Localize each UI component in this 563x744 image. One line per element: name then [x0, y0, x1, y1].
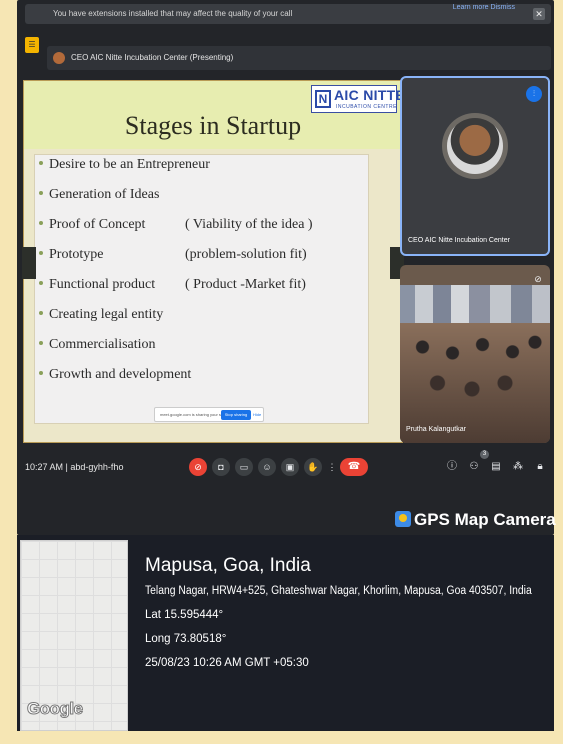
meeting-controls: 10:27 AM | abd-gyhh-fho ⊘ ◘ ▭ ☺ ▣ ✋ ⋮ ☎ …: [17, 448, 554, 492]
avatar: [447, 118, 503, 174]
people-icon[interactable]: ⚇: [467, 460, 481, 474]
slide-title: Stages in Startup: [124, 111, 302, 140]
bullet-item: Creating legal entity: [35, 307, 163, 329]
bullet-dot-icon: [39, 371, 43, 376]
note-product-market: ( Product -Market fit): [185, 277, 306, 292]
meeting-info: 10:27 AM | abd-gyhh-fho: [25, 462, 124, 472]
bullet-dot-icon: [39, 281, 43, 286]
bullet-item: Generation of Ideas: [35, 187, 159, 209]
map-thumbnail: Google: [20, 540, 128, 731]
slide-left-strip: [22, 247, 36, 279]
gps-address: Telang Nagar, HRW4+525, Ghateshwar Nagar…: [145, 585, 532, 597]
presenting-bar: CEO AIC Nitte Incubation Center (Present…: [47, 46, 551, 70]
shared-slide: N AIC NITTE INCUBATION CENTRE Stages in …: [22, 80, 405, 443]
close-icon[interactable]: ✕: [533, 8, 545, 20]
participant-name: Prutha Kalangutkar: [406, 426, 466, 433]
more-options-icon[interactable]: ⋮: [323, 458, 341, 476]
gps-brand: GPS Map Camera: [395, 510, 556, 534]
emoji-button-icon[interactable]: ☺: [258, 458, 276, 476]
presenting-label: CEO AIC Nitte Incubation Center (Present…: [71, 53, 234, 62]
extensions-notice: You have extensions installed that may a…: [25, 4, 551, 24]
chat-icon[interactable]: ▤: [489, 460, 503, 474]
speaking-indicator-icon: ⫶: [526, 86, 542, 102]
gps-location: Mapusa, Goa, India: [145, 555, 311, 576]
bullet-item: Proof of Concept: [35, 217, 145, 239]
stop-sharing-button[interactable]: Stop sharing: [221, 410, 251, 420]
room-video-audience: [400, 323, 550, 443]
bullet-dot-icon: [39, 161, 43, 166]
participant-name: CEO AIC Nitte Incubation Center: [408, 237, 510, 244]
gps-brand-label: GPS Map Camera: [414, 510, 556, 529]
gps-longitude: Long 73.80518°: [145, 633, 227, 645]
participant-count-badge: 3: [480, 450, 489, 459]
present-button-icon[interactable]: ▣: [281, 458, 299, 476]
host-controls-icon[interactable]: 🔒︎: [533, 460, 547, 474]
bullet-dot-icon: [39, 191, 43, 196]
leave-call-button-icon[interactable]: ☎: [340, 458, 368, 476]
room-video-background: [400, 285, 550, 325]
info-icon[interactable]: ⓘ: [445, 460, 459, 474]
bullet-item: Desire to be an Entrepreneur: [35, 157, 210, 179]
bullet-item: Prototype: [35, 247, 103, 269]
bullet-dot-icon: [39, 221, 43, 226]
gps-latitude: Lat 15.595444°: [145, 609, 224, 621]
bullet-dot-icon: [39, 251, 43, 256]
captions-button-icon[interactable]: ▭: [235, 458, 253, 476]
participant-tile-ceo[interactable]: ⫶ CEO AIC Nitte Incubation Center: [400, 76, 550, 256]
bullet-dot-icon: [39, 341, 43, 346]
note-viability: ( Viability of the idea ): [185, 217, 313, 232]
note-problem-solution: (problem-solution fit): [185, 247, 307, 262]
google-logo: Google: [27, 699, 84, 719]
aic-nitte-logo: N AIC NITTE INCUBATION CENTRE: [311, 85, 405, 113]
gps-datetime: 25/08/23 10:26 AM GMT +05:30: [145, 657, 309, 669]
bullet-dot-icon: [39, 311, 43, 316]
logo-subtitle: INCUBATION CENTRE: [336, 104, 397, 110]
gps-overlay: Google Mapusa, Goa, India Telang Nagar, …: [17, 535, 554, 731]
gps-camera-icon: [395, 511, 411, 527]
mic-off-icon: ⊘: [534, 274, 542, 284]
raise-hand-button-icon[interactable]: ✋: [304, 458, 322, 476]
meet-window: You have extensions installed that may a…: [17, 0, 554, 535]
hide-button[interactable]: Hide: [253, 410, 263, 420]
presenter-avatar: [53, 52, 65, 64]
app-icon[interactable]: ☰: [25, 37, 39, 53]
gps-details: Mapusa, Goa, India Telang Nagar, HRW4+52…: [145, 553, 550, 675]
slide-bullets: Desire to be an Entrepreneur Generation …: [34, 154, 369, 424]
bullet-item: Growth and development: [35, 367, 191, 389]
notice-text: You have extensions installed that may a…: [53, 9, 293, 18]
notice-links[interactable]: Learn more Dismiss: [453, 4, 515, 11]
mic-off-button-icon[interactable]: ⊘: [189, 458, 207, 476]
activities-icon[interactable]: ⁂: [511, 460, 525, 474]
bullet-item: Commercialisation: [35, 337, 156, 359]
bullet-item: Functional product: [35, 277, 155, 299]
screen-share-popup: meet.google.com is sharing your screen. …: [154, 407, 264, 422]
logo-name: AIC NITTE: [334, 87, 406, 103]
participant-tile-room[interactable]: ⊘ Prutha Kalangutkar: [400, 265, 550, 443]
camera-button-icon[interactable]: ◘: [212, 458, 230, 476]
logo-mark-icon: N: [315, 90, 331, 108]
